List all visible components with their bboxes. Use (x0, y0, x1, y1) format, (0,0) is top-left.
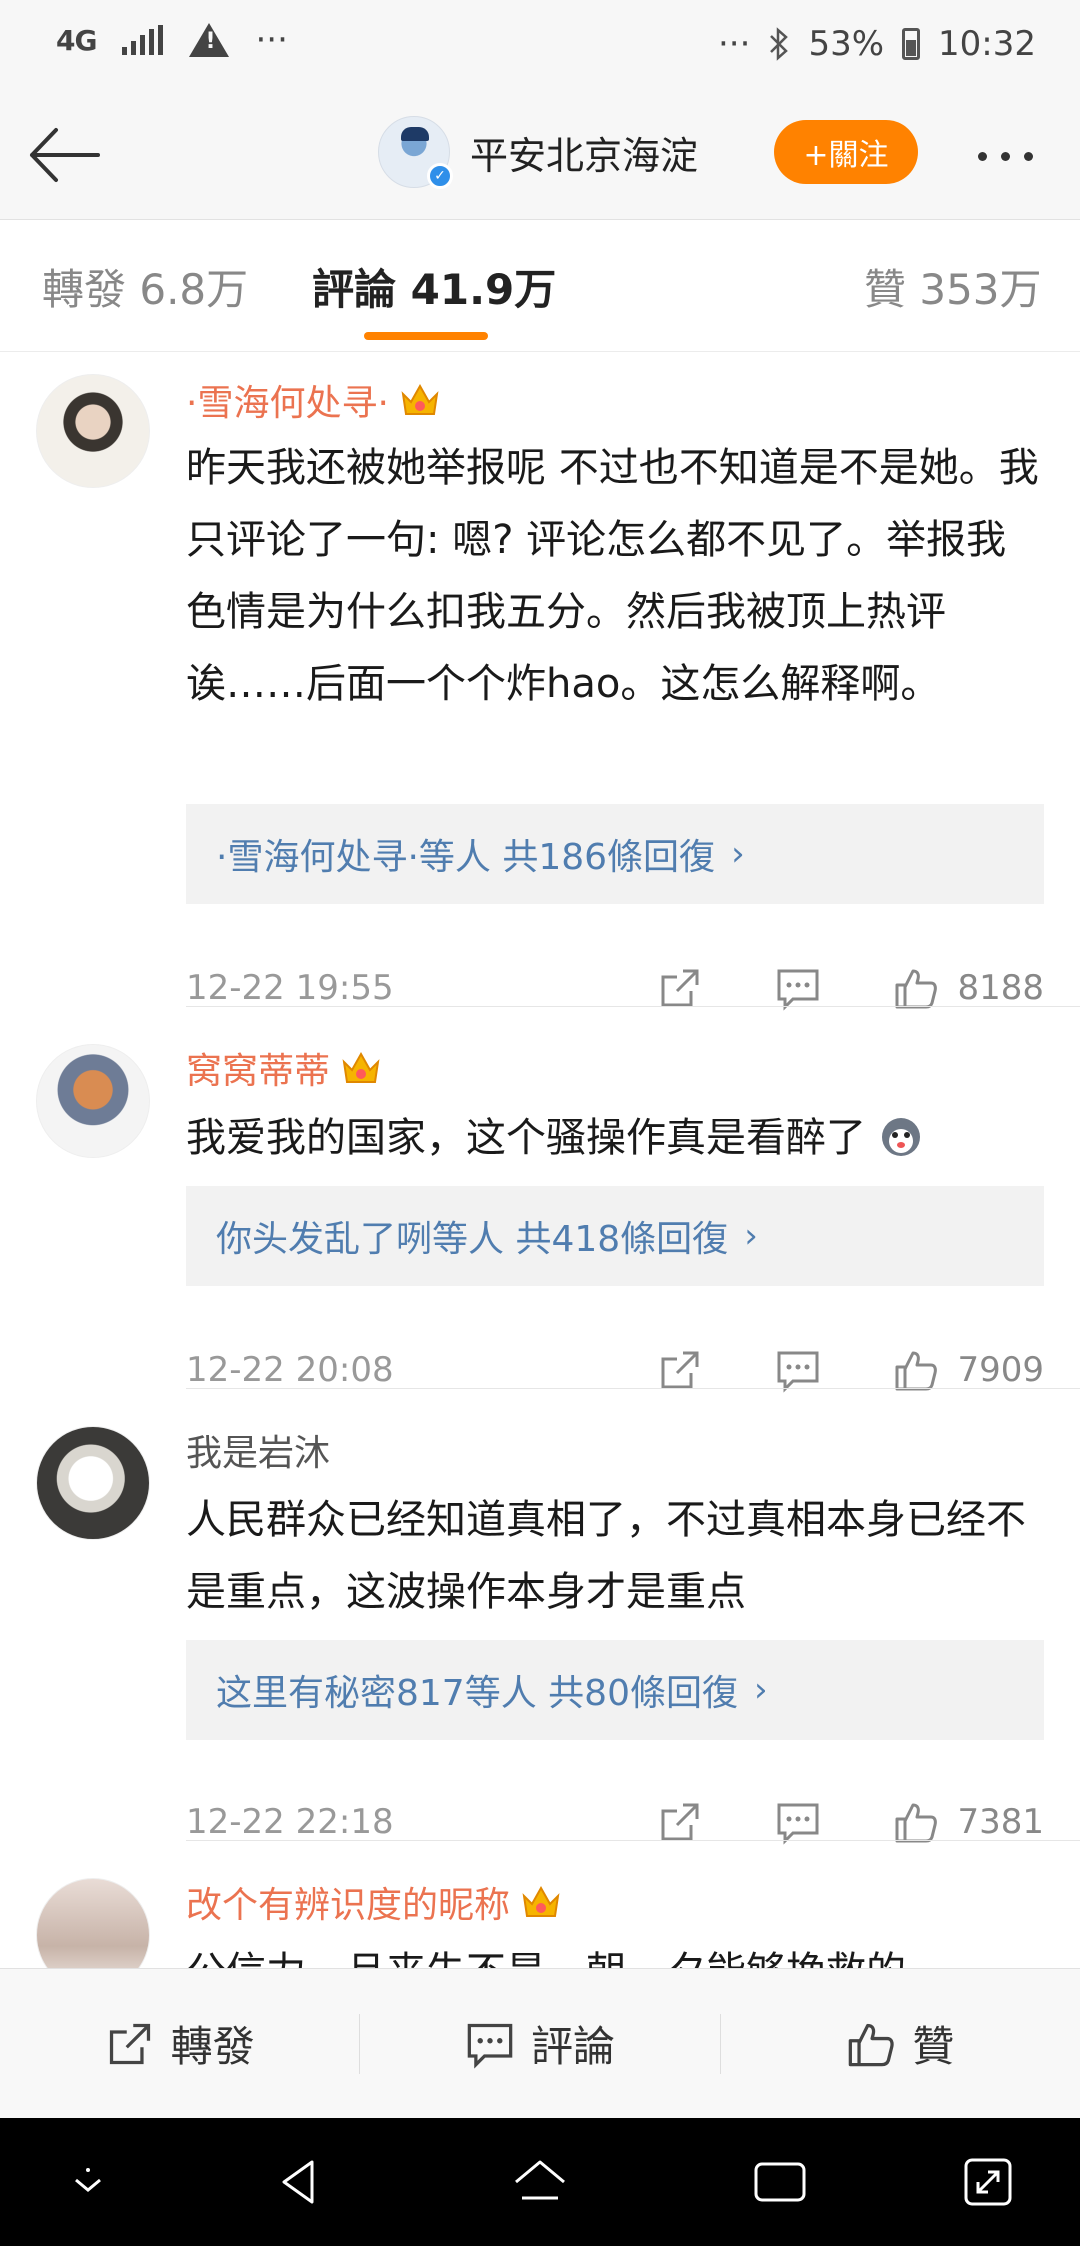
comment-button[interactable]: 評論 (360, 1969, 719, 2118)
account-avatar[interactable]: ✓ (378, 116, 453, 189)
like-count: 8188 (957, 968, 1044, 1008)
repost-icon[interactable] (657, 965, 703, 1011)
status-overflow: ··· (718, 24, 751, 64)
comment-icon[interactable] (775, 1347, 821, 1393)
back-nav-icon[interactable] (270, 2152, 330, 2212)
repost-icon[interactable] (657, 1347, 703, 1393)
comment-icon[interactable] (775, 965, 821, 1011)
commenter-name-text[interactable]: 我是岩沐 (186, 1424, 330, 1476)
vip-crown-icon (342, 1051, 380, 1083)
reply-user[interactable]: 这里有秘密817 (216, 1664, 465, 1716)
like-count: 7381 (957, 1802, 1044, 1842)
tab-comments[interactable]: 評論 41.9万 (312, 256, 556, 317)
reply-count[interactable]: 等人 共418條回復 (432, 1210, 728, 1262)
bottom-action-bar: 轉發 評論 贊 (0, 1968, 1080, 2118)
reply-count[interactable]: 等人 共186條回復 (419, 828, 715, 880)
comment-item: 改个有辨识度的昵称 公信力一旦丧失不是一朝一夕能够挽救的 (0, 1840, 1080, 1968)
comment-time: 12-22 19:55 (186, 968, 394, 1008)
replies-preview[interactable]: 这里有秘密817 等人 共80條回復 › (186, 1640, 1044, 1740)
tab-reposts[interactable]: 轉發 6.8万 (42, 256, 248, 317)
chevron-right-icon: › (731, 834, 745, 874)
system-nav-bar (0, 2118, 1080, 2246)
warning-icon (189, 23, 230, 57)
notification-overflow: ··· (255, 20, 288, 60)
repost-icon[interactable] (657, 1799, 703, 1845)
account-name[interactable]: 平安北京海淀 (470, 125, 698, 180)
comment-time: 12-22 20:08 (186, 1350, 394, 1390)
bluetooth-icon (770, 27, 789, 61)
reply-count[interactable]: 等人 共80條回復 (465, 1664, 738, 1716)
comment-text: 公信力一旦丧失不是一朝一夕能够挽救的 (186, 1936, 1046, 1968)
follow-button[interactable]: +關注 (774, 120, 918, 184)
commenter-name-text[interactable]: 窝窝蒂蒂 (186, 1042, 330, 1094)
recents-nav-icon[interactable] (750, 2152, 810, 2212)
replies-preview[interactable]: ·雪海何处寻· 等人 共186條回復 › (186, 804, 1044, 904)
commenter-avatar[interactable] (36, 1426, 150, 1540)
comment-icon[interactable] (775, 1799, 821, 1845)
hide-keyboard-icon[interactable] (58, 2152, 118, 2212)
verified-icon: ✓ (427, 163, 453, 189)
more-options-icon[interactable] (978, 152, 1033, 161)
husky-emoji-icon (881, 1118, 920, 1156)
tab-likes[interactable]: 贊 353万 (864, 256, 1042, 317)
like-icon[interactable] (893, 1347, 939, 1393)
like-count: 7909 (957, 1350, 1044, 1390)
commenter-name-text[interactable]: 改个有辨识度的昵称 (186, 1876, 510, 1928)
reply-user[interactable]: ·雪海何处寻· (216, 828, 419, 880)
comment-meta: 12-22 20:08 7909 (186, 1340, 1044, 1400)
repost-button[interactable]: 轉發 (0, 1969, 359, 2118)
clock: 10:32 (938, 24, 1036, 64)
back-arrow-icon[interactable] (26, 122, 102, 188)
vip-crown-icon (522, 1885, 560, 1917)
status-bar: 4G ··· ··· 53% 10:32 (0, 0, 1080, 92)
battery-icon (902, 28, 921, 60)
comment-meta: 12-22 19:55 8188 (186, 958, 1044, 1018)
reply-user[interactable]: 你头发乱了咧 (216, 1210, 432, 1262)
comment-divider (186, 1388, 1080, 1389)
rotate-screen-icon[interactable] (958, 2152, 1018, 2212)
battery-percent: 53% (808, 24, 885, 64)
chevron-right-icon: › (753, 1670, 768, 1710)
commenter-avatar[interactable] (36, 1878, 150, 1968)
commenter-avatar[interactable] (36, 1044, 150, 1158)
like-icon (849, 2023, 894, 2066)
signal-icon (122, 25, 164, 55)
active-tab-indicator (364, 332, 488, 340)
repost-label: 轉發 (170, 2022, 255, 2071)
commenter-name[interactable]: 改个有辨识度的昵称 (186, 1876, 562, 1928)
account-header[interactable]: ✓ 平安北京海淀 (378, 116, 698, 189)
comment-text: 人民群众已经知道真相了，不过真相本身已经不是重点，这波操作本身才是重点 (186, 1497, 1026, 1615)
comment-text: 昨天我还被她举报呢 不过也不知道是不是她。我只评论了一句: 嗯? 评论怎么都不见… (186, 445, 1039, 707)
vip-crown-icon (401, 383, 439, 415)
comment-label: 評論 (530, 2022, 615, 2071)
chevron-right-icon: › (744, 1216, 758, 1256)
comment-divider (186, 1006, 1080, 1007)
commenter-name-text[interactable]: ·雪海何处寻· (186, 374, 389, 426)
comment-icon (467, 2023, 513, 2069)
network-indicator: 4G (56, 23, 97, 57)
like-icon[interactable] (893, 965, 939, 1011)
replies-preview[interactable]: 你头发乱了咧 等人 共418條回復 › (186, 1186, 1044, 1286)
commenter-name[interactable]: 窝窝蒂蒂 (186, 1042, 382, 1094)
comment-text: 我爱我的国家，这个骚操作真是看醉了 (186, 1102, 1046, 1174)
commenter-name[interactable]: 我是岩沐 (186, 1424, 330, 1476)
comment-text-body: 我爱我的国家，这个骚操作真是看醉了 (186, 1115, 866, 1161)
like-button[interactable]: 贊 (721, 1969, 1080, 2118)
comment-time: 12-22 22:18 (186, 1802, 394, 1842)
commenter-avatar[interactable] (36, 374, 150, 488)
tab-bar: 轉發 6.8万 評論 41.9万 贊 353万 (0, 220, 1080, 352)
commenter-name[interactable]: ·雪海何处寻· (186, 374, 441, 426)
header: ✓ 平安北京海淀 +關注 (0, 92, 1080, 220)
like-icon[interactable] (893, 1799, 939, 1845)
repost-icon (109, 2023, 150, 2064)
home-nav-icon[interactable] (510, 2152, 570, 2212)
like-label: 贊 (912, 2022, 955, 2071)
